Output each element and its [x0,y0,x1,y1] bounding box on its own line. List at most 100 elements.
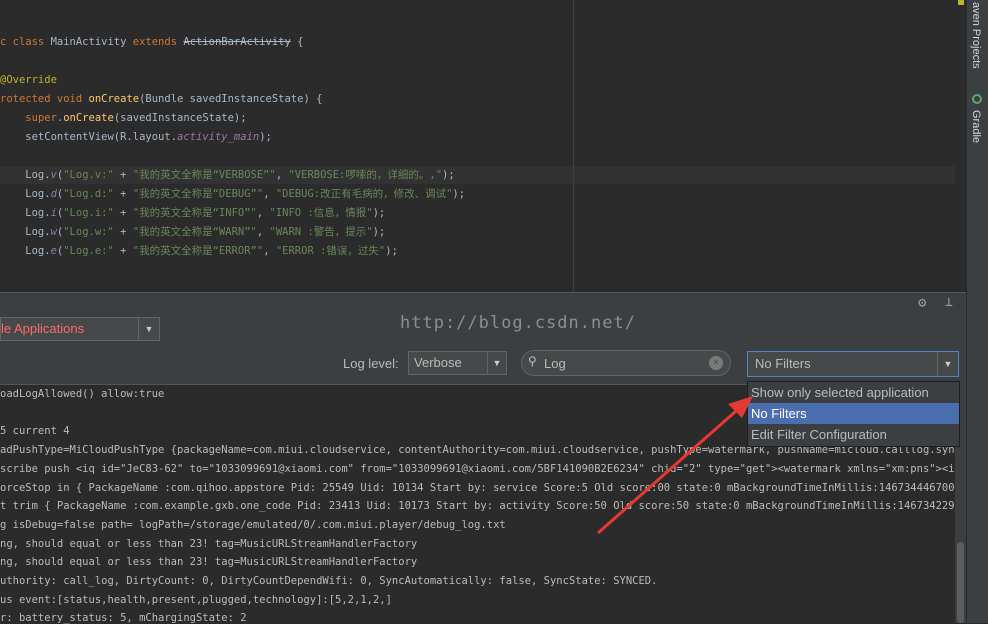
code-token: "我的英文全称是“ERROR”" [132,245,264,257]
application-select-value: le Applications [1,321,85,336]
code-line: rotected void onCreate(Bundle savedInsta… [0,90,322,108]
code-token: "我的英文全称是“DEBUG”" [132,188,264,200]
maven-projects-tab[interactable]: aven Projects [970,2,982,69]
log-level-value: Verbose [414,355,462,370]
warning-marker [958,0,964,5]
chevron-down-icon[interactable]: ▼ [138,318,159,340]
log-line: t trim { PackageName :com.example.gxb.on… [0,500,955,513]
code-token: super [25,112,57,124]
code-editor[interactable]: c class MainActivity extends ActionBarAc… [0,0,966,292]
log-line: scribe push <iq id="JeC83-62" to="103309… [0,462,955,475]
code-token: + [113,226,133,238]
code-token: Log. [0,245,51,257]
code-token: @Override [0,74,57,86]
code-token: ); [385,245,398,257]
gear-icon[interactable]: ⚙ [918,295,926,311]
log-line: r: battery_status: 5, mChargingState: 2 [0,612,247,624]
code-line: c class MainActivity extends ActionBarAc… [0,33,303,51]
code-token: ); [372,207,386,219]
gradle-tab[interactable]: Gradle [970,110,982,143]
code-token: "我的英文全称是“INFO”" [132,207,257,219]
code-line: setContentView(R.layout.activity_main); [0,128,272,146]
code-token: activity_main [177,131,260,143]
log-line: uthority: call_log, DirtyCount: 0, Dirty… [0,575,658,587]
code-token: MainActivity [50,36,133,48]
code-token: "我的英文全称是“WARN”" [132,226,257,238]
code-token: rotected void [0,93,89,105]
log-level-label: Log level: [343,356,399,371]
log-line: orceStop in { PackageName :com.qihoo.app… [0,481,955,494]
code-token: (Bundle savedInstanceState) { [139,93,323,105]
code-token: onCreate [63,112,114,124]
log-search-box[interactable]: ⚲ ✕ [521,350,731,376]
code-token: Log. [0,226,51,238]
code-line: super.onCreate(savedInstanceState); [0,109,247,127]
code-token: "VERBOSE:啰嗦的，详细的。," [288,169,443,181]
code-token: , [256,226,270,238]
code-token: "DEBUG:改正有毛病的，修改、调试" [275,188,453,200]
code-token: "INFO :信息，情报" [269,207,373,219]
code-line: Log.w("Log.w:" + "我的英文全称是“WARN”", "WARN … [0,223,385,241]
code-token: c class [0,36,51,48]
logcat-header: ⚙ ⊥ [0,292,966,315]
code-token: , [256,207,270,219]
right-margin-guide [573,0,574,292]
code-token: + [113,169,133,181]
code-token: , [263,245,276,257]
filter-menu-item[interactable]: No Filters [748,403,959,424]
code-token: extends [132,36,184,48]
code-token: Log. [0,169,51,181]
code-token: + [113,207,133,219]
code-token: "Log.i:" [63,207,114,219]
chevron-down-icon[interactable]: ▼ [937,352,958,376]
filter-menu-item[interactable]: Edit Filter Configuration [748,424,959,445]
right-tool-strip: aven Projects Gradle [966,0,988,623]
code-token: ); [259,131,272,143]
code-token: "Log.v:" [63,169,114,181]
code-line: Log.e("Log.e:" + "我的英文全称是“ERROR”", "ERRO… [0,242,398,260]
code-token: setContentView(R.layout. [0,131,178,143]
code-token: "ERROR :错误，过失" [275,245,386,257]
filter-dropdown-menu: Show only selected application No Filters… [747,381,960,447]
editor-scrollbar[interactable] [955,0,966,292]
code-token: "Log.e:" [63,245,114,257]
scrollbar-thumb[interactable] [957,542,964,623]
application-select[interactable]: le Applications ▼ [0,317,160,341]
code-token: ); [372,226,386,238]
search-icon[interactable]: ⚲ [528,354,537,368]
code-token: ); [442,169,455,181]
filter-select[interactable]: No Filters ▼ [747,351,959,377]
filter-menu-item[interactable]: Show only selected application [748,382,959,403]
code-token: , [263,188,276,200]
code-token: onCreate [88,93,140,105]
search-input[interactable] [544,354,704,372]
filter-select-value: No Filters [755,356,811,371]
code-token: "WARN :警告，提示" [269,226,373,238]
code-line: @Override [0,71,57,89]
log-line: ng, should equal or less than 23! tag=Mu… [0,537,418,550]
code-token: Log. [0,188,51,200]
hide-icon[interactable]: ⊥ [945,295,953,310]
gradle-icon [972,94,982,104]
code-token: + [113,188,133,200]
code-token: "Log.d:" [63,188,114,200]
code-token: , [275,169,289,181]
code-token: + [113,245,133,257]
code-token: (savedInstanceState); [113,112,247,124]
chevron-down-icon[interactable]: ▼ [487,352,506,374]
log-line: g isDebug=false path= logPath=/storage/e… [0,518,506,531]
log-line: ng, should equal or less than 23! tag=Mu… [0,556,418,569]
code-token: ); [452,188,466,200]
watermark: http://blog.csdn.net/ [400,313,636,333]
code-line: Log.d("Log.d:" + "我的英文全称是“DEBUG”", "DEBU… [0,185,465,203]
log-level-select[interactable]: Verbose ▼ [408,351,507,375]
code-token: { [290,36,304,48]
code-line: Log.i("Log.i:" + "我的英文全称是“INFO”", "INFO … [0,204,385,222]
code-token: "Log.w:" [63,226,114,238]
clear-icon[interactable]: ✕ [709,356,723,370]
code-token: ActionBarActivity [183,36,291,48]
code-line: Log.v("Log.v:" + "我的英文全称是“VERBOSE”", "VE… [0,166,955,184]
log-line: 5 current 4 [0,425,70,438]
code-token: "我的英文全称是“VERBOSE”" [132,169,276,181]
